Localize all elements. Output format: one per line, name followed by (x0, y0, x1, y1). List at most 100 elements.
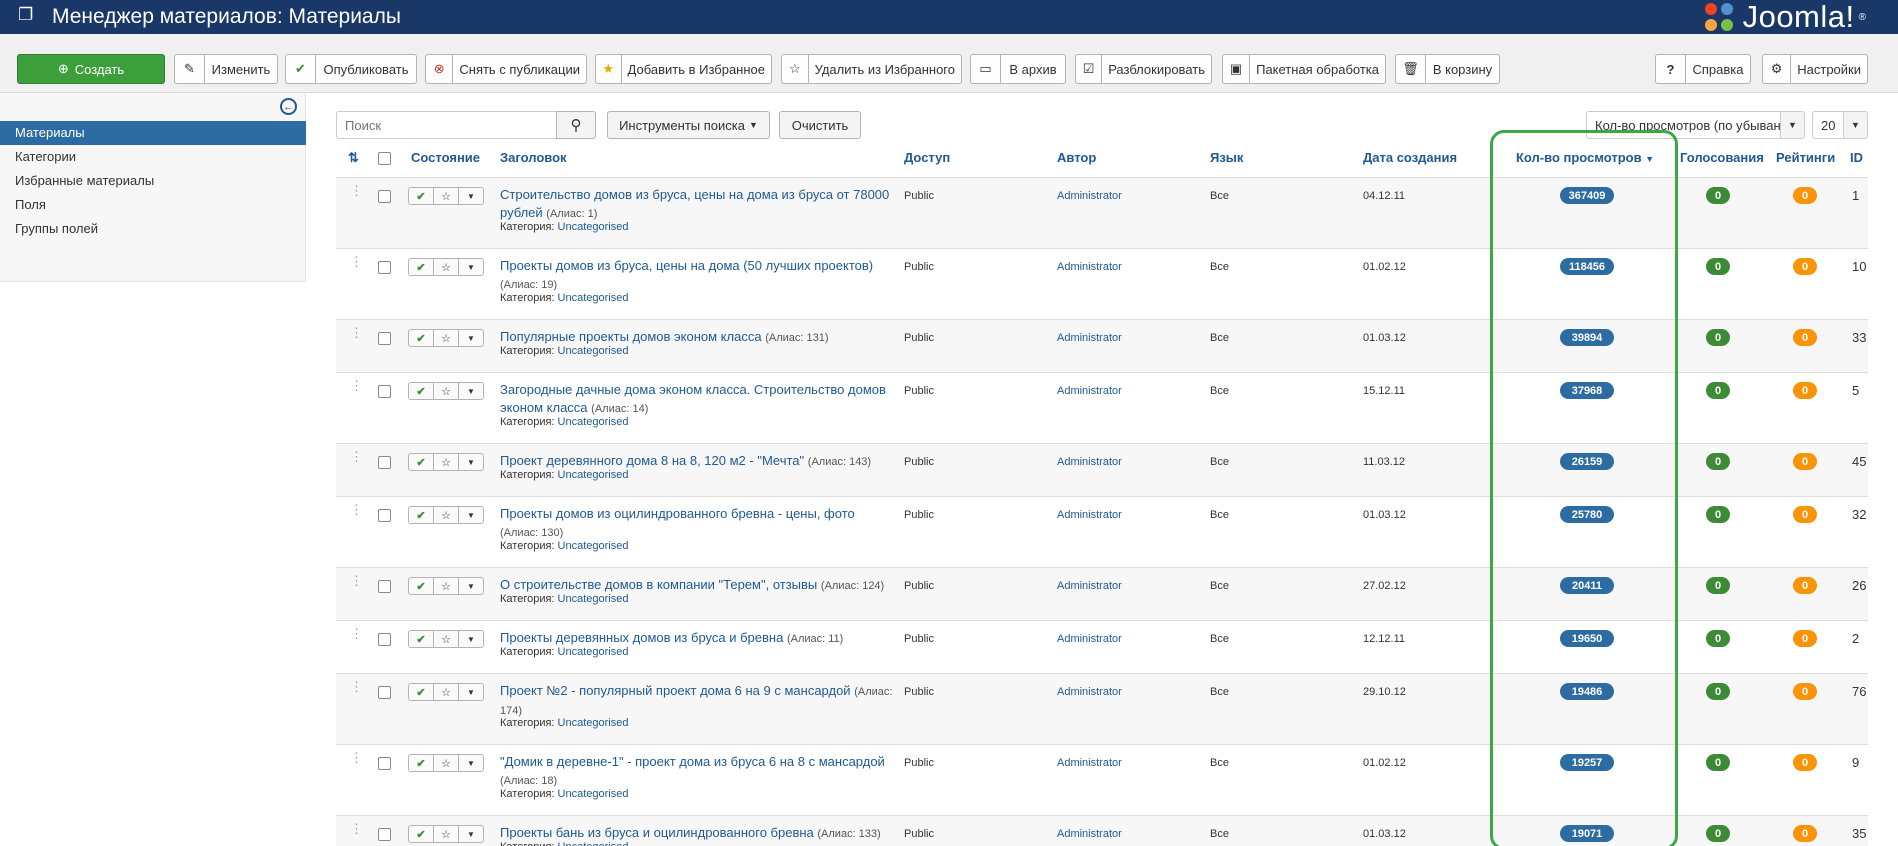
author-link[interactable]: Administrator (1057, 757, 1122, 769)
status-button-group[interactable]: ✔ ☆ ▼ (408, 630, 484, 648)
search-input[interactable] (336, 111, 556, 139)
article-title-link[interactable]: Проекты домов из бруса, цены на дома (50… (500, 258, 873, 273)
row-checkbox[interactable] (378, 686, 391, 699)
category-link[interactable]: Uncategorised (558, 646, 629, 658)
category-link[interactable]: Uncategorised (558, 788, 629, 800)
column-hits[interactable]: Кол-во просмотров ▼ (1516, 150, 1654, 165)
unfeature-button[interactable]: ☆ Удалить из Избранного (781, 54, 962, 84)
drag-handle-icon[interactable]: ⋮ (350, 574, 363, 587)
table-row[interactable]: ⋮ ✔ ☆ ▼ Проекты домов из оцилиндрованного бр… (336, 497, 1868, 568)
featured-star-icon[interactable]: ☆ (434, 826, 459, 842)
row-checkbox[interactable] (378, 757, 391, 770)
column-title[interactable]: Заголовок (500, 150, 567, 165)
table-row[interactable]: ⋮ ✔ ☆ ▼ Популярные проекты домов эконом клас… (336, 320, 1868, 373)
featured-star-icon[interactable]: ☆ (434, 330, 459, 346)
status-button-group[interactable]: ✔ ☆ ▼ (408, 382, 484, 400)
clear-button[interactable]: Очистить (779, 111, 861, 139)
status-button-group[interactable]: ✔ ☆ ▼ (408, 825, 484, 843)
drag-handle-icon[interactable]: ⋮ (350, 503, 363, 516)
status-button-group[interactable]: ✔ ☆ ▼ (408, 453, 484, 471)
drag-handle-icon[interactable]: ⋮ (350, 379, 363, 392)
category-link[interactable]: Uncategorised (558, 292, 629, 304)
actions-caret-icon[interactable]: ▼ (459, 188, 483, 204)
featured-star-icon[interactable]: ☆ (434, 383, 459, 399)
ordering-select[interactable]: Кол-во просмотров (по убыванию) ▼ (1586, 111, 1805, 139)
published-check-icon[interactable]: ✔ (409, 755, 434, 771)
sidebar-item-fields[interactable]: Поля (0, 193, 306, 217)
article-title-link[interactable]: Проекты деревянных домов из бруса и брев… (500, 630, 783, 645)
author-link[interactable]: Administrator (1057, 828, 1122, 840)
category-link[interactable]: Uncategorised (558, 717, 629, 729)
published-check-icon[interactable]: ✔ (409, 383, 434, 399)
category-link[interactable]: Uncategorised (558, 469, 629, 481)
author-link[interactable]: Administrator (1057, 633, 1122, 645)
column-access[interactable]: Доступ (904, 150, 950, 165)
create-button[interactable]: ⊕ Создать (17, 54, 165, 84)
table-row[interactable]: ⋮ ✔ ☆ ▼ Проекты домов из бруса, цены на дома… (336, 249, 1868, 320)
unpublish-button[interactable]: ⊗ Снять с публикации (425, 54, 587, 84)
status-button-group[interactable]: ✔ ☆ ▼ (408, 577, 484, 595)
sidebar-item-categories[interactable]: Категории (0, 145, 306, 169)
drag-handle-icon[interactable]: ⋮ (350, 255, 363, 268)
category-link[interactable]: Uncategorised (558, 221, 629, 233)
limit-select[interactable]: 20 ▼ (1812, 111, 1868, 139)
published-check-icon[interactable]: ✔ (409, 188, 434, 204)
article-title-link[interactable]: Проекты домов из оцилиндрованного бревна… (500, 506, 855, 521)
column-date-created[interactable]: Дата создания (1363, 150, 1457, 165)
trash-button[interactable]: 🗑 В корзину (1395, 54, 1500, 84)
category-link[interactable]: Uncategorised (558, 345, 629, 357)
actions-caret-icon[interactable]: ▼ (459, 631, 483, 647)
article-title-link[interactable]: Загородные дачные дома эконом класса. Ст… (500, 382, 886, 415)
author-link[interactable]: Administrator (1057, 261, 1122, 273)
category-link[interactable]: Uncategorised (558, 416, 629, 428)
author-link[interactable]: Administrator (1057, 580, 1122, 592)
drag-handle-icon[interactable]: ⋮ (350, 751, 363, 764)
article-title-link[interactable]: Проекты бань из бруса и оцилиндрованного… (500, 825, 814, 840)
joomla-logo[interactable]: Joomla! ® (1699, 0, 1866, 34)
table-row[interactable]: ⋮ ✔ ☆ ▼ Загородные дачные дома эконом класса… (336, 373, 1868, 444)
sidebar-item-articles[interactable]: Материалы (0, 121, 306, 145)
publish-button[interactable]: ✔ Опубликовать (285, 54, 417, 84)
actions-caret-icon[interactable]: ▼ (459, 684, 483, 700)
featured-star-icon[interactable]: ☆ (434, 454, 459, 470)
actions-caret-icon[interactable]: ▼ (459, 826, 483, 842)
column-language[interactable]: Язык (1210, 150, 1243, 165)
author-link[interactable]: Administrator (1057, 190, 1122, 202)
published-check-icon[interactable]: ✔ (409, 259, 434, 275)
row-checkbox[interactable] (378, 633, 391, 646)
article-title-link[interactable]: Проект №2 - популярный проект дома 6 на … (500, 683, 851, 698)
search-tools-button[interactable]: Инструменты поиска ▼ (607, 111, 770, 139)
published-check-icon[interactable]: ✔ (409, 578, 434, 594)
drag-handle-icon[interactable]: ⋮ (350, 627, 363, 640)
table-row[interactable]: ⋮ ✔ ☆ ▼ "Домик в деревне-1" - проект дома из… (336, 745, 1868, 816)
row-checkbox[interactable] (378, 580, 391, 593)
featured-star-icon[interactable]: ☆ (434, 755, 459, 771)
status-button-group[interactable]: ✔ ☆ ▼ (408, 683, 484, 701)
featured-star-icon[interactable]: ☆ (434, 578, 459, 594)
status-button-group[interactable]: ✔ ☆ ▼ (408, 258, 484, 276)
article-title-link[interactable]: "Домик в деревне-1" - проект дома из бру… (500, 754, 885, 769)
row-checkbox[interactable] (378, 456, 391, 469)
category-link[interactable]: Uncategorised (558, 540, 629, 552)
featured-star-icon[interactable]: ☆ (434, 188, 459, 204)
published-check-icon[interactable]: ✔ (409, 684, 434, 700)
actions-caret-icon[interactable]: ▼ (459, 330, 483, 346)
published-check-icon[interactable]: ✔ (409, 330, 434, 346)
published-check-icon[interactable]: ✔ (409, 507, 434, 523)
article-title-link[interactable]: О строительстве домов в компании "Терем"… (500, 577, 817, 592)
table-row[interactable]: ⋮ ✔ ☆ ▼ Проект №2 - популярный проект дома 6… (336, 674, 1868, 745)
actions-caret-icon[interactable]: ▼ (459, 454, 483, 470)
help-button[interactable]: ? Справка (1655, 54, 1751, 84)
actions-caret-icon[interactable]: ▼ (459, 507, 483, 523)
options-button[interactable]: ⚙ Настройки (1762, 54, 1868, 84)
table-row[interactable]: ⋮ ✔ ☆ ▼ О строительстве домов в компании "Те… (336, 568, 1868, 621)
table-row[interactable]: ⋮ ✔ ☆ ▼ Проект деревянного дома 8 на 8, 120 … (336, 444, 1868, 497)
drag-handle-icon[interactable]: ⋮ (350, 326, 363, 339)
row-checkbox[interactable] (378, 509, 391, 522)
sidebar-item-field-groups[interactable]: Группы полей (0, 217, 306, 241)
feature-button[interactable]: ★ Добавить в Избранное (595, 54, 772, 84)
column-id[interactable]: ID (1850, 150, 1863, 165)
select-all-checkbox[interactable] (378, 152, 391, 168)
drag-handle-icon[interactable]: ⋮ (350, 680, 363, 693)
author-link[interactable]: Administrator (1057, 385, 1122, 397)
